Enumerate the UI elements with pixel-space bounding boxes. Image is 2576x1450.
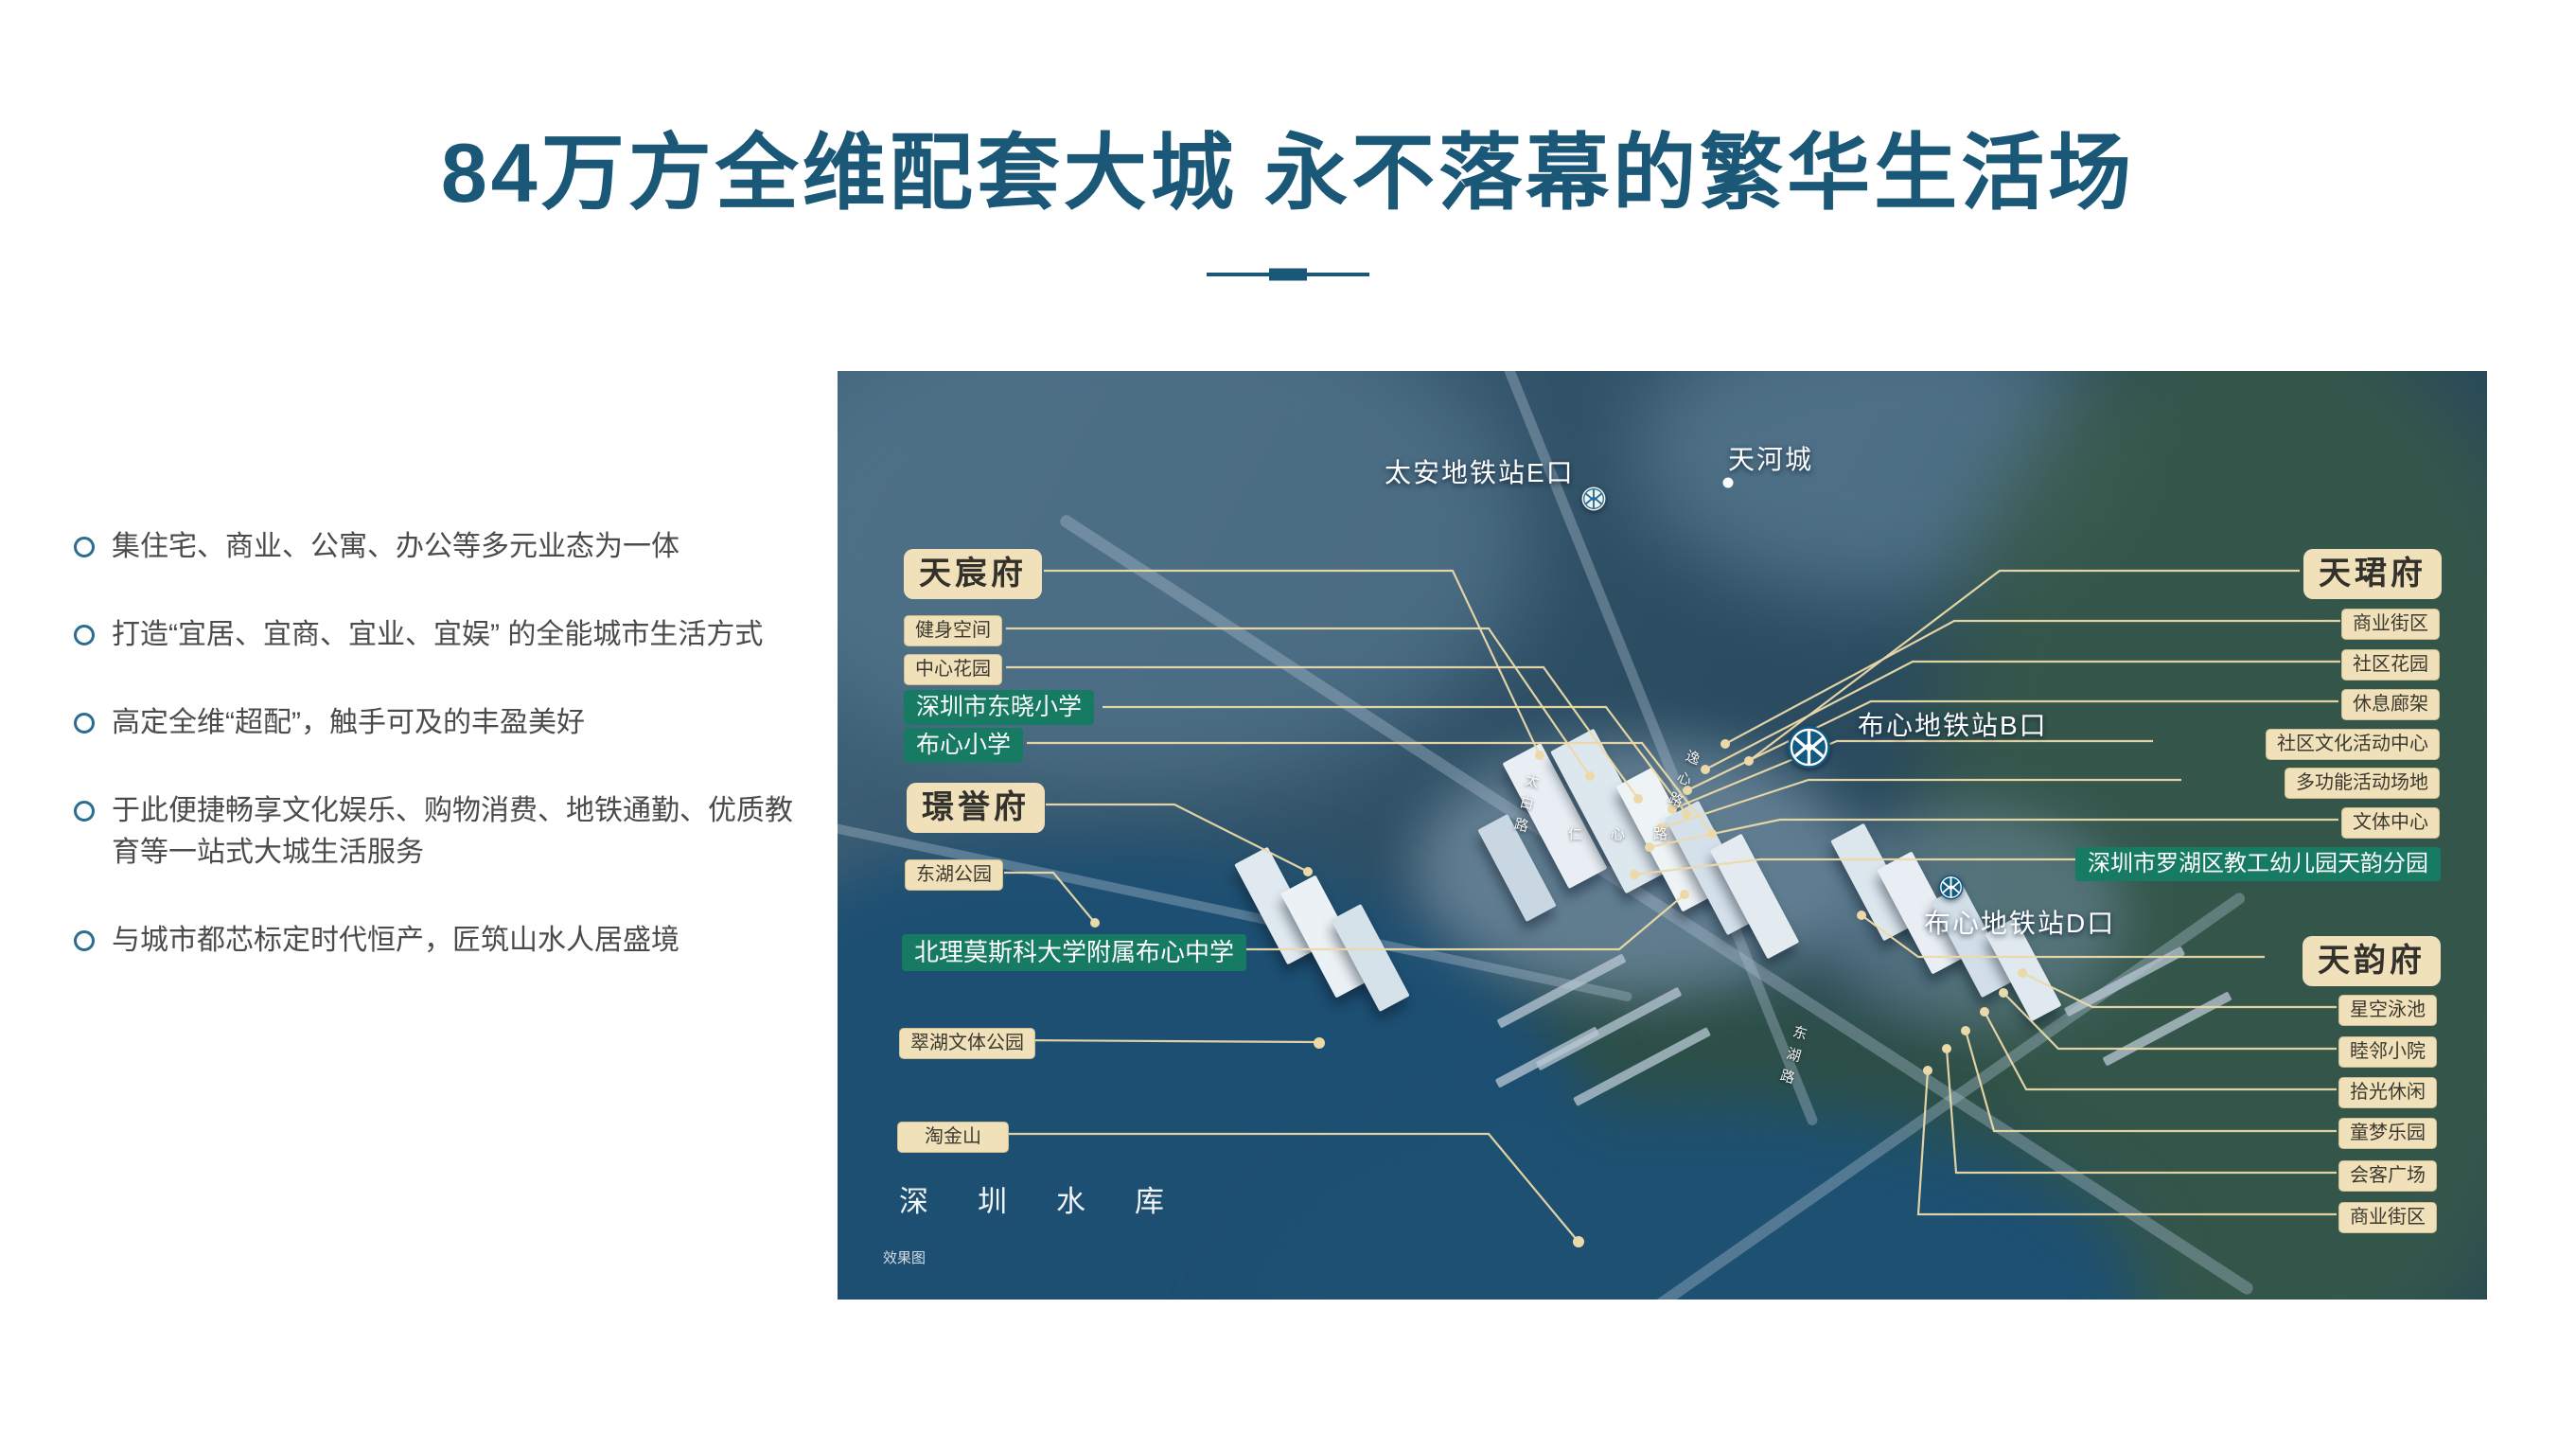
road-label: 逸心路: [1660, 747, 1703, 818]
metro-icon: [1938, 875, 1964, 900]
map-overlay: 深圳水库 效果图 太安地铁站E口 天河城布心地铁站B口布心地铁站D口 太白路仁心路 逸…: [838, 371, 2487, 1300]
slide: 84万方全维配套大城 永不落幕的繁华生活场 集住宅、商业、公寓、办公等多元业态为…: [0, 0, 2576, 1450]
water-body-label: 深圳水库: [899, 1177, 1213, 1220]
station-label: 布心地铁站B口: [1858, 705, 2048, 743]
station-label: 布心地铁站D口: [1924, 903, 2115, 941]
page-title: 84万方全维配套大城 永不落幕的繁华生活场: [0, 106, 2576, 226]
road-label: 太白路: [1508, 771, 1544, 842]
render-watermark: 效果图: [883, 1247, 926, 1267]
station-label: 天河城: [1728, 439, 1813, 477]
road-label: 仁心路: [1568, 823, 1696, 843]
aerial-map: 天宸府健身空间中心花园深圳市东晓小学布心小学璟誉府东湖公园北理莫斯科大学附属布心…: [838, 371, 2487, 1300]
bullet-item: 于此便捷畅享文化娱乐、购物消费、地铁通勤、优质教育等一站式大城生活服务: [72, 790, 810, 874]
metro-icon: [1787, 725, 1831, 769]
title-divider: [1207, 273, 1369, 276]
metro-icon: [1581, 486, 1606, 511]
bullet-item: 打造“宜居、宜商、宜业、宜娱” 的全能城市生活方式: [72, 614, 810, 656]
feature-list: 集住宅、商业、公寓、办公等多元业态为一体打造“宜居、宜商、宜业、宜娱” 的全能城…: [72, 526, 810, 1008]
bullet-item: 集住宅、商业、公寓、办公等多元业态为一体: [72, 526, 810, 568]
road-label: 东湖路: [1773, 1023, 1810, 1094]
bullet-item: 与城市都芯标定时代恒产，匠筑山水人居盛境: [72, 920, 810, 962]
bullet-item: 高定全维“超配”，触手可及的丰盈美好: [72, 702, 810, 744]
station-label: 太安地铁站E口: [1385, 452, 1575, 490]
